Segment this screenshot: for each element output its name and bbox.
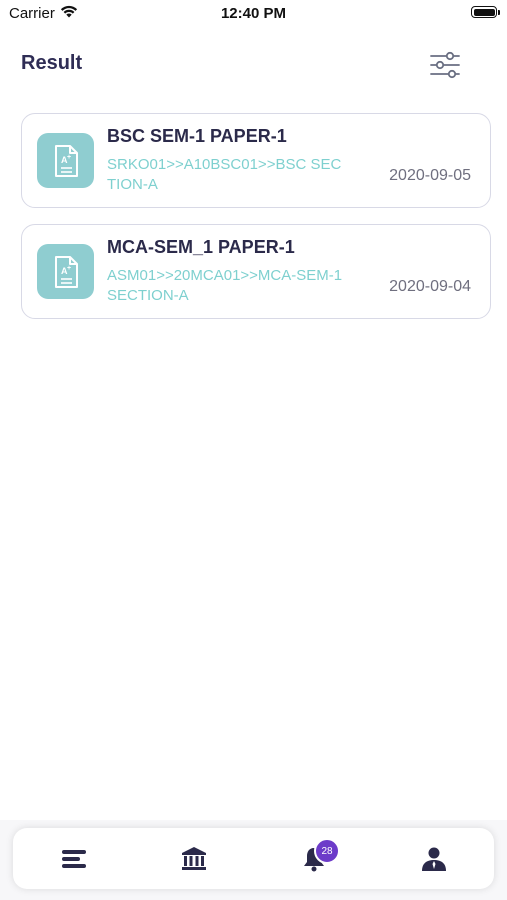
institution-icon: [182, 846, 206, 870]
menu-lines-icon: [62, 849, 86, 868]
result-title: BSC SEM-1 PAPER-1: [107, 126, 287, 146]
filter-sliders-icon: [430, 51, 460, 79]
user-profile-icon: [422, 847, 446, 871]
tab-profile[interactable]: [404, 828, 464, 889]
result-card[interactable]: A + BSC SEM-1 PAPER-1 SRKO01>>A10BSC01>>…: [21, 113, 491, 208]
result-subtitle: ASM01>>20MCA01>>MCA-SEM-1 SECTION-A: [107, 267, 343, 304]
result-date: 2020-09-04: [389, 278, 471, 295]
status-bar: Carrier 12:40 PM: [0, 0, 507, 30]
header: Result: [0, 40, 507, 90]
result-date: 2020-09-05: [389, 167, 471, 184]
status-time: 12:40 PM: [220, 5, 287, 22]
tab-institution[interactable]: [164, 828, 224, 889]
result-subtitle: SRKO01>>A10BSC01>>BSC SECTION-A: [107, 156, 342, 193]
result-card[interactable]: A + MCA-SEM_1 PAPER-1 ASM01>>20MCA01>>MC…: [21, 224, 491, 319]
bottom-tab-bar: 28: [13, 828, 494, 889]
page-title: Result: [21, 52, 83, 74]
tab-notifications[interactable]: 28: [284, 828, 344, 889]
battery-tip: [498, 10, 500, 15]
tab-menu[interactable]: [44, 828, 104, 889]
document-grade-icon: A +: [37, 244, 94, 299]
notification-badge: 28: [314, 838, 340, 864]
svg-text:+: +: [67, 154, 71, 161]
battery-icon: [471, 6, 497, 18]
svg-text:+: +: [67, 265, 71, 272]
filter-button[interactable]: [428, 50, 462, 80]
document-grade-icon: A +: [37, 133, 94, 188]
result-title: MCA-SEM_1 PAPER-1: [107, 237, 295, 257]
